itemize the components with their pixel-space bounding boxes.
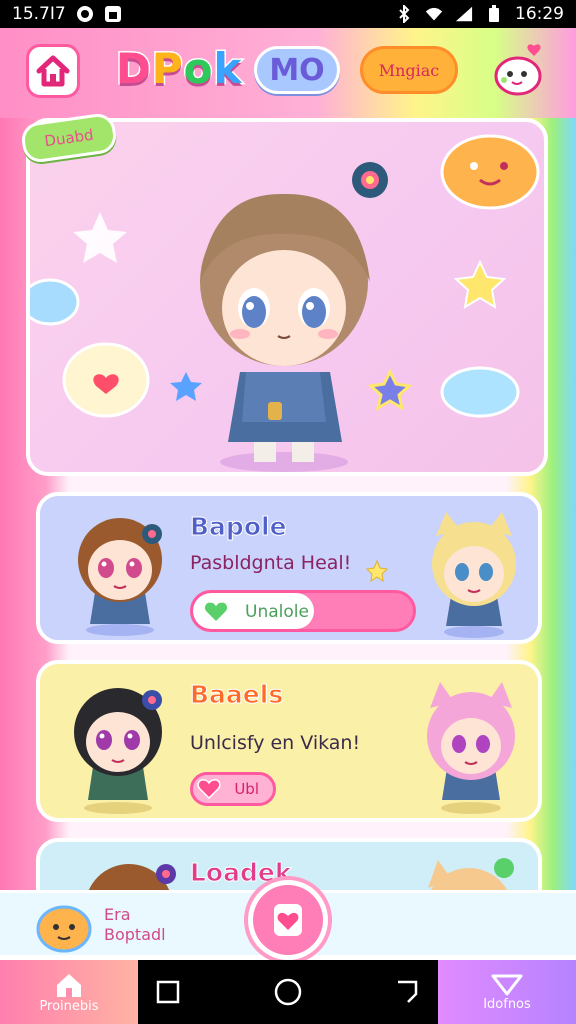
back-button[interactable] — [392, 976, 424, 1008]
character-avatar-dark — [74, 688, 162, 814]
heart-icon — [197, 779, 221, 800]
character-avatar-blonde — [432, 512, 516, 638]
app-header: DPok MO Mngiac — [0, 40, 576, 104]
signal-icon — [455, 5, 473, 23]
center-action-inner — [253, 885, 323, 955]
mascot-button[interactable] — [490, 40, 552, 102]
list-card-bapole[interactable]: Bapole Pasbldgnta Heal! Unalole — [36, 492, 542, 644]
app-logo: DPok — [115, 43, 243, 95]
wifi-icon — [425, 5, 443, 23]
nav-left-label: Proinebis — [39, 998, 99, 1014]
cloud-mascot-icon — [36, 905, 92, 953]
square-icon — [156, 980, 180, 1004]
green-heart-icon — [203, 601, 229, 624]
home-button[interactable] — [26, 44, 80, 98]
character-avatar-pink — [427, 682, 515, 814]
image-notification-icon — [104, 5, 122, 23]
home-tab-icon — [57, 973, 81, 997]
nav-home-tab[interactable]: Proinebis — [0, 960, 138, 1024]
card-title: Bapole — [190, 512, 288, 542]
character-avatar-brown — [78, 518, 162, 636]
banner-text: Era Boptadl — [104, 905, 166, 945]
status-time-left: 15.7I7 — [12, 4, 66, 24]
circle-icon — [274, 978, 302, 1006]
banner-line-1: Era — [104, 905, 131, 924]
progress-label: Unalole — [245, 602, 309, 622]
star-icon — [366, 560, 388, 582]
center-action-button[interactable] — [244, 876, 332, 964]
mascot-icon — [494, 44, 542, 96]
card-text: Unlcisfy en Vikan! — [190, 732, 361, 754]
battery-icon — [485, 5, 503, 23]
nav-info-tab[interactable]: Idofnos — [438, 960, 576, 1024]
notification-icon — [76, 5, 94, 23]
status-time-right: 16:29 — [515, 4, 564, 24]
status-bar: 15.7I7 16:29 — [0, 0, 576, 28]
card-title: Baaels — [189, 680, 284, 710]
recents-button[interactable] — [152, 976, 184, 1008]
mo-button[interactable]: MO — [254, 46, 340, 94]
bluetooth-icon — [395, 5, 413, 23]
hero-character-illustration — [30, 134, 540, 472]
card-action-button[interactable]: Ubl — [190, 772, 276, 806]
back-icon — [398, 980, 418, 1003]
banner-line-2: Boptadl — [104, 925, 166, 944]
list-card-baaels[interactable]: Baaels Unlcisfy en Vikan! Ubl — [36, 660, 542, 822]
card-text: Pasbldgnta Heal! — [190, 552, 352, 574]
home-nav-button[interactable] — [272, 976, 304, 1008]
magic-button[interactable]: Mngiac — [360, 46, 458, 94]
card-action-label: Ubl — [234, 780, 259, 798]
home-icon — [35, 54, 71, 88]
nav-right-label: Idofnos — [483, 996, 531, 1012]
triangle-down-icon — [491, 974, 523, 995]
heart-card-icon — [274, 904, 302, 936]
progress-bar[interactable]: Unalole — [190, 590, 416, 632]
hero-card[interactable] — [26, 118, 548, 476]
